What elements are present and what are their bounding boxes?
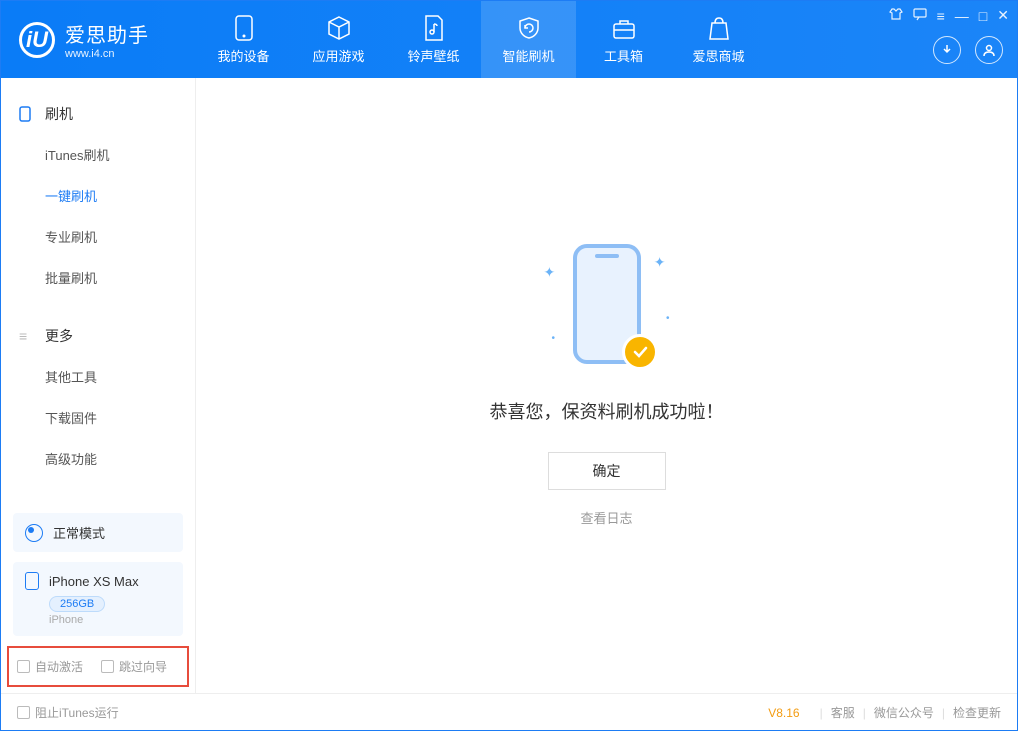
sidebar-item-oneclick-flash[interactable]: 一键刷机 [1,175,195,216]
checkbox-label: 自动激活 [35,658,83,675]
sidebar-item-advanced[interactable]: 高级功能 [1,438,195,479]
success-message: 恭喜您，保资料刷机成功啦！ [490,398,724,424]
flash-options-highlighted: 自动激活 跳过向导 [7,646,189,687]
group-label: 刷机 [45,104,73,124]
music-file-icon [423,14,445,42]
footer-link-support[interactable]: 客服 [831,704,855,721]
sparkle-icon: ✦ [654,254,666,271]
checkbox-block-itunes[interactable]: 阻止iTunes运行 [17,704,119,721]
cube-icon [326,14,352,42]
sidebar: 刷机 iTunes刷机 一键刷机 专业刷机 批量刷机 ≡ 更多 其他工具 下载固… [1,78,196,693]
nav-toolbox[interactable]: 工具箱 [576,1,671,78]
device-info-card[interactable]: iPhone XS Max 256GB iPhone [13,562,183,636]
success-illustration: ✦ ✦ • • [552,244,662,374]
device-mode: 正常模式 [53,523,105,542]
window-controls: ≡ — □ ✕ [889,7,1009,24]
sparkle-icon: • [552,333,556,344]
feedback-icon[interactable] [913,7,927,24]
close-icon[interactable]: ✕ [997,7,1009,24]
list-icon: ≡ [19,328,35,344]
device-area: 正常模式 iPhone XS Max 256GB iPhone [1,501,195,636]
toolbox-icon [611,14,637,42]
logo-icon: iU [19,22,55,58]
main-content: ✦ ✦ • • 恭喜您，保资料刷机成功啦！ 确定 查看日志 [196,78,1017,693]
app-name: 爱思助手 [65,19,149,48]
device-name-row: iPhone XS Max [25,572,171,590]
nav-ringtone-wallpaper[interactable]: 铃声壁纸 [386,1,481,78]
menu-icon[interactable]: ≡ [937,8,945,24]
device-type: iPhone [49,614,171,626]
sidebar-item-itunes-flash[interactable]: iTunes刷机 [1,134,195,175]
nav-apps-games[interactable]: 应用游戏 [291,1,386,78]
ok-button[interactable]: 确定 [548,452,666,490]
sparkle-icon: ✦ [544,264,556,281]
nav-smart-flash[interactable]: 智能刷机 [481,1,576,78]
group-label: 更多 [45,326,73,346]
minimize-icon[interactable]: — [955,8,969,24]
logo-area: iU 爱思助手 www.i4.cn [1,19,196,60]
checkbox-skip-wizard[interactable]: 跳过向导 [101,658,167,675]
checkbox-icon [101,660,114,673]
phone-icon [19,106,35,122]
download-button[interactable] [933,36,961,64]
sidebar-item-pro-flash[interactable]: 专业刷机 [1,216,195,257]
sidebar-content: 刷机 iTunes刷机 一键刷机 专业刷机 批量刷机 ≡ 更多 其他工具 下载固… [1,78,195,501]
nav-label: 应用游戏 [312,46,364,65]
app-url: www.i4.cn [65,48,149,60]
logo-text: 爱思助手 www.i4.cn [65,19,149,60]
sidebar-item-download-firmware[interactable]: 下载固件 [1,397,195,438]
device-mode-card[interactable]: 正常模式 [13,513,183,552]
phone-icon [25,572,39,590]
nav-tabs: 我的设备 应用游戏 铃声壁纸 智能刷机 工具箱 爱思商城 [196,1,766,78]
body: 刷机 iTunes刷机 一键刷机 专业刷机 批量刷机 ≡ 更多 其他工具 下载固… [1,78,1017,693]
footer-left: 阻止iTunes运行 [17,704,768,721]
sidebar-group-flash: 刷机 [1,94,195,134]
view-log-link[interactable]: 查看日志 [580,508,632,527]
refresh-shield-icon [516,14,542,42]
mode-icon [25,524,43,542]
maximize-icon[interactable]: □ [979,8,987,24]
device-name: iPhone XS Max [49,574,139,589]
checkbox-label: 跳过向导 [119,658,167,675]
checkbox-icon [17,706,30,719]
header: iU 爱思助手 www.i4.cn 我的设备 应用游戏 铃声壁纸 智能刷机 工具… [1,1,1017,78]
checkbox-label: 阻止iTunes运行 [35,704,119,721]
sidebar-item-batch-flash[interactable]: 批量刷机 [1,257,195,298]
separator: | [942,706,945,720]
sidebar-group-more: ≡ 更多 [1,316,195,356]
nav-label: 智能刷机 [502,46,554,65]
checkbox-auto-activate[interactable]: 自动激活 [17,658,83,675]
checkbox-icon [17,660,30,673]
nav-label: 工具箱 [604,46,643,65]
footer-right: V8.16 | 客服 | 微信公众号 | 检查更新 [768,704,1001,721]
check-badge-icon [622,334,658,370]
separator: | [863,706,866,720]
storage-badge: 256GB [49,596,105,612]
version-label: V8.16 [768,706,799,720]
separator: | [820,706,823,720]
nav-my-device[interactable]: 我的设备 [196,1,291,78]
footer-link-update[interactable]: 检查更新 [953,704,1001,721]
nav-label: 爱思商城 [692,46,744,65]
user-button[interactable] [975,36,1003,64]
header-actions [933,36,1003,64]
device-icon [235,14,253,42]
footer: 阻止iTunes运行 V8.16 | 客服 | 微信公众号 | 检查更新 [1,693,1017,731]
nav-store[interactable]: 爱思商城 [671,1,766,78]
bag-icon [707,14,731,42]
sidebar-item-other-tools[interactable]: 其他工具 [1,356,195,397]
sparkle-icon: • [666,313,670,324]
nav-label: 铃声壁纸 [407,46,459,65]
nav-label: 我的设备 [217,46,269,65]
footer-link-wechat[interactable]: 微信公众号 [874,704,934,721]
skin-icon[interactable] [889,7,903,24]
